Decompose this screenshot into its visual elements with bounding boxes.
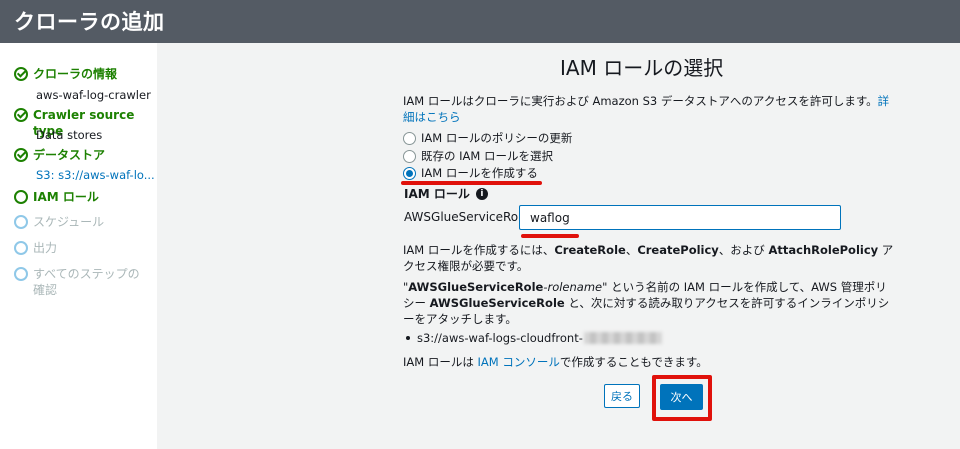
step-output: 出力 [14, 240, 57, 256]
highlight-underline [521, 234, 579, 238]
check-circle-icon [14, 108, 28, 122]
create-role-note: "AWSGlueServiceRole-rolename" という名前の IAM… [403, 280, 890, 326]
redacted-text [583, 332, 662, 344]
step-review: すべてのステップの確認 [14, 266, 149, 298]
step-iam-role[interactable]: IAM ロール [14, 189, 99, 205]
radio-button[interactable] [403, 149, 416, 163]
step-data-store-value[interactable]: S3: s3://aws-waf-lo... [36, 168, 155, 182]
step-crawler-source-type-value: Data stores [36, 128, 103, 142]
section-title: IAM ロールの選択 [560, 56, 724, 80]
circle-icon [14, 215, 28, 229]
step-schedule: スケジュール [14, 214, 104, 230]
radio-create-role[interactable]: IAM ロールを作成する [403, 165, 538, 181]
page-header: クローラの追加 [0, 0, 960, 43]
radio-button[interactable] [403, 131, 416, 145]
circle-icon [14, 267, 28, 281]
bullet-dot [406, 336, 410, 340]
description: IAM ロールはクローラに実行および Amazon S3 データストアへのアクセ… [403, 94, 890, 124]
radio-update-policy[interactable]: IAM ロールのポリシーの更新 [403, 130, 572, 146]
next-button[interactable]: 次へ [660, 384, 703, 410]
iam-console-link[interactable]: IAM コンソール [478, 355, 560, 369]
back-button[interactable]: 戻る [604, 384, 640, 408]
wizard-sidebar: クローラの情報 aws-waf-log-crawler Crawler sour… [0, 43, 157, 449]
iam-role-label: IAM ロール i [404, 185, 488, 202]
permissions-note: IAM ロールを作成するには、CreateRole、CreatePolicy、お… [403, 243, 894, 273]
role-prefix: AWSGlueServiceRole- [404, 210, 534, 224]
check-circle-icon [14, 148, 28, 162]
role-name-input[interactable] [519, 205, 841, 230]
circle-icon [14, 241, 28, 255]
s3-path-item: s3://aws-waf-logs-cloudfront- [406, 331, 662, 345]
step-crawler-info-value: aws-waf-log-crawler [36, 88, 151, 102]
circle-icon [14, 190, 28, 204]
step-crawler-info[interactable]: クローラの情報 [14, 66, 117, 82]
radio-button-selected[interactable] [403, 166, 416, 180]
check-circle-icon [14, 67, 28, 81]
console-note: IAM ロールは IAM コンソールで作成することもできます。 [403, 355, 708, 369]
info-icon[interactable]: i [475, 187, 488, 200]
page-title: クローラの追加 [14, 10, 165, 34]
step-data-store[interactable]: データストア [14, 147, 105, 163]
radio-choose-existing[interactable]: 既存の IAM ロールを選択 [403, 148, 553, 164]
